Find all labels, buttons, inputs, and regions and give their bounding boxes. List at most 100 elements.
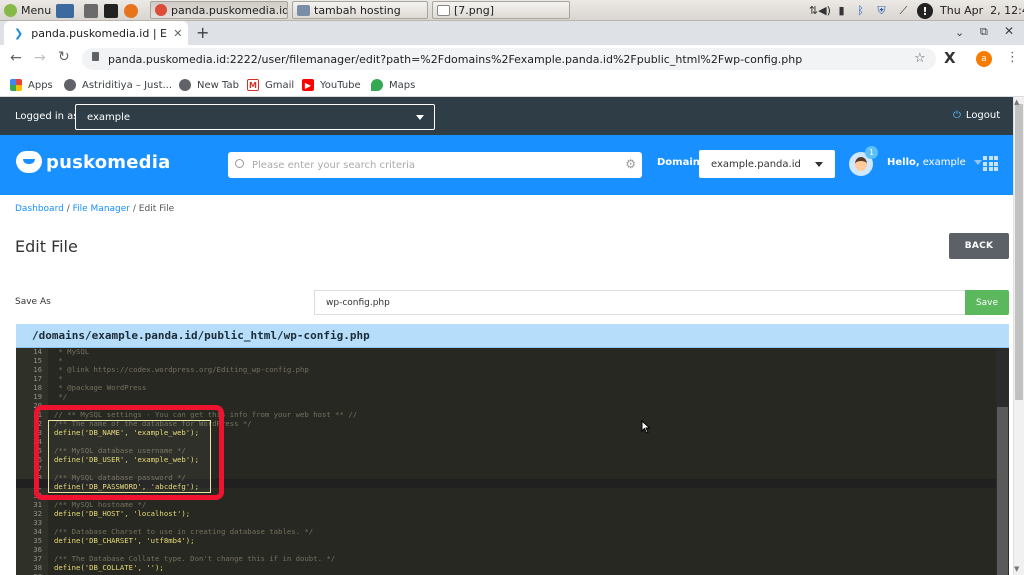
files-icon — [84, 3, 98, 18]
mouse-cursor-icon — [641, 419, 651, 438]
back-button[interactable]: BACK — [949, 233, 1009, 259]
code-line[interactable]: define('DB_COLLATE', ''); — [54, 563, 164, 572]
apps-grid-icon — [10, 79, 22, 91]
user-avatar[interactable]: 1 — [849, 146, 878, 176]
reload-icon[interactable]: ↻ — [58, 49, 70, 65]
bookmark-apps[interactable]: Apps — [10, 77, 53, 93]
shield-icon[interactable]: ⛨ — [874, 3, 889, 18]
notification-alert-icon[interactable]: ! — [917, 3, 933, 19]
brand-logo[interactable]: puskomedia — [16, 151, 170, 173]
save-button[interactable]: Save — [965, 290, 1009, 315]
bookmark-gmail[interactable]: M Gmail — [247, 77, 294, 93]
user-select-value: example — [87, 111, 131, 123]
battery-icon[interactable]: ▮ — [834, 3, 849, 18]
globe-icon — [64, 79, 76, 91]
wifi-off-icon[interactable]: ⟋ — [896, 3, 911, 18]
bookmark-star-icon[interactable]: ☆ — [914, 51, 926, 66]
breadcrumb-file-manager[interactable]: File Manager — [73, 204, 130, 214]
code-line[interactable]: * MySQL — [54, 348, 89, 356]
profile-initial: a — [981, 54, 987, 64]
save-as-label: Save As — [15, 297, 51, 307]
bookmark-astriditiya[interactable]: Astriditiya – Just... — [64, 77, 172, 93]
code-line[interactable]: * @package WordPress — [54, 383, 146, 392]
gmail-icon: M — [247, 79, 259, 91]
search-settings-gear-icon[interactable]: ⚙ — [625, 157, 636, 171]
bookmarks-bar: Apps Astriditiya – Just... New Tab M Gma… — [0, 73, 1024, 97]
minimize-window-button[interactable]: ⌄ — [955, 26, 964, 39]
line-number: 35 — [33, 536, 42, 545]
close-tab-icon[interactable]: ✕ — [173, 27, 182, 40]
user-select[interactable]: example — [75, 104, 435, 130]
page-title: Edit File — [15, 237, 78, 256]
browser-tab-active[interactable]: ❯ panda.puskomedia.id | Edit Fil ✕ — [4, 21, 188, 45]
code-line[interactable]: define('DB_HOST', 'localhost'); — [54, 509, 190, 518]
code-line[interactable]: * @link https://codex.wordpress.org/Edit… — [54, 365, 308, 374]
search-placeholder: Please enter your search criteria — [252, 159, 416, 171]
line-number: 31 — [33, 500, 42, 509]
logout-label: Logout — [965, 110, 1001, 121]
volume-icon[interactable]: ◀) — [817, 3, 832, 18]
back-arrow-icon[interactable]: ← — [10, 50, 22, 66]
directadmin-favicon-icon: ❯ — [14, 26, 24, 40]
code-line[interactable]: /** The Database Collate type. Don't cha… — [54, 554, 335, 563]
chrome-icon — [155, 4, 167, 16]
more-menu-icon[interactable]: ⋮ — [1006, 50, 1019, 65]
task-folder-window[interactable]: tambah hosting — [292, 1, 428, 19]
line-number: 34 — [33, 527, 42, 536]
page-viewport: Logged in as example ⏻ Logout puskomedia… — [0, 97, 1013, 575]
image-icon — [437, 4, 450, 16]
domain-select-value: example.panda.id — [711, 158, 801, 170]
filename-input[interactable]: wp-config.php — [314, 290, 966, 315]
caret-down-icon — [416, 115, 424, 120]
bookmark-new-tab[interactable]: New Tab — [179, 77, 239, 93]
menu-button[interactable]: Menu — [4, 1, 51, 20]
file-path-bar: /domains/example.panda.id/public_html/wp… — [16, 324, 1009, 348]
bookmark-youtube[interactable]: ▶ YouTube — [302, 77, 361, 93]
address-bar[interactable]: panda.puskomedia.id:2222/user/filemanage… — [82, 48, 936, 70]
breadcrumb-separator: / — [66, 204, 70, 214]
logged-in-label: Logged in as — [15, 111, 79, 122]
scroll-up-arrow-icon[interactable]: ▲ — [1014, 98, 1019, 106]
code-line[interactable]: /** Database Charset to use in creating … — [54, 527, 313, 536]
task-image-viewer[interactable]: [7.png] — [432, 1, 570, 19]
profile-avatar[interactable]: a — [976, 51, 992, 67]
bookmark-label: New Tab — [197, 79, 239, 91]
terminal-launcher[interactable] — [104, 1, 122, 20]
bookmark-label: Gmail — [265, 79, 295, 91]
close-window-button[interactable]: ✕ — [1004, 24, 1014, 38]
line-number: 18 — [33, 383, 42, 392]
line-number: 14 — [33, 348, 42, 356]
bluetooth-icon[interactable]: ᛒ — [853, 3, 868, 18]
clock[interactable]: Thu Apr 2, 12:49 — [940, 1, 1024, 20]
breadcrumb-current: Edit File — [138, 204, 175, 214]
power-icon: ⏻ — [953, 110, 961, 121]
editor-scrollbar-thumb[interactable] — [997, 407, 1008, 575]
user-menu[interactable]: Hello, example — [887, 157, 982, 168]
code-line[interactable]: /** MySQL hostname */ — [54, 500, 146, 509]
task-chrome-window[interactable]: panda.puskomedia.id | ... — [150, 1, 288, 19]
firefox-launcher[interactable] — [124, 1, 142, 20]
page-scrollbar-thumb[interactable] — [1015, 104, 1023, 400]
logout-link[interactable]: ⏻ Logout — [953, 110, 1000, 121]
scroll-down-arrow-icon[interactable]: ▼ — [1014, 565, 1019, 573]
code-line[interactable]: * — [54, 374, 62, 383]
code-line[interactable]: * — [54, 356, 62, 365]
breadcrumb-dashboard[interactable]: Dashboard — [15, 204, 64, 214]
show-desktop-launcher[interactable] — [56, 1, 78, 20]
forward-arrow-icon[interactable]: → — [34, 50, 46, 66]
new-tab-button[interactable]: + — [196, 23, 209, 42]
code-line[interactable]: */ — [54, 392, 67, 401]
line-number: 37 — [33, 554, 42, 563]
bookmark-label: Maps — [389, 79, 416, 91]
extension-x-icon[interactable]: X — [944, 49, 956, 67]
search-input[interactable]: Please enter your search criteria ⚙ — [228, 152, 642, 178]
code-line[interactable]: define('DB_CHARSET', 'utf8mb4'); — [54, 536, 195, 545]
restore-window-button[interactable]: ⧉ — [980, 25, 988, 39]
breadcrumb-separator: / — [132, 204, 136, 214]
files-launcher[interactable] — [84, 1, 102, 20]
domain-select[interactable]: example.panda.id — [699, 150, 835, 178]
apps-grid-icon[interactable] — [983, 156, 998, 171]
red-annotation-highlight — [34, 405, 224, 500]
bookmark-maps[interactable]: Maps — [371, 77, 415, 93]
line-number: 33 — [33, 518, 42, 527]
